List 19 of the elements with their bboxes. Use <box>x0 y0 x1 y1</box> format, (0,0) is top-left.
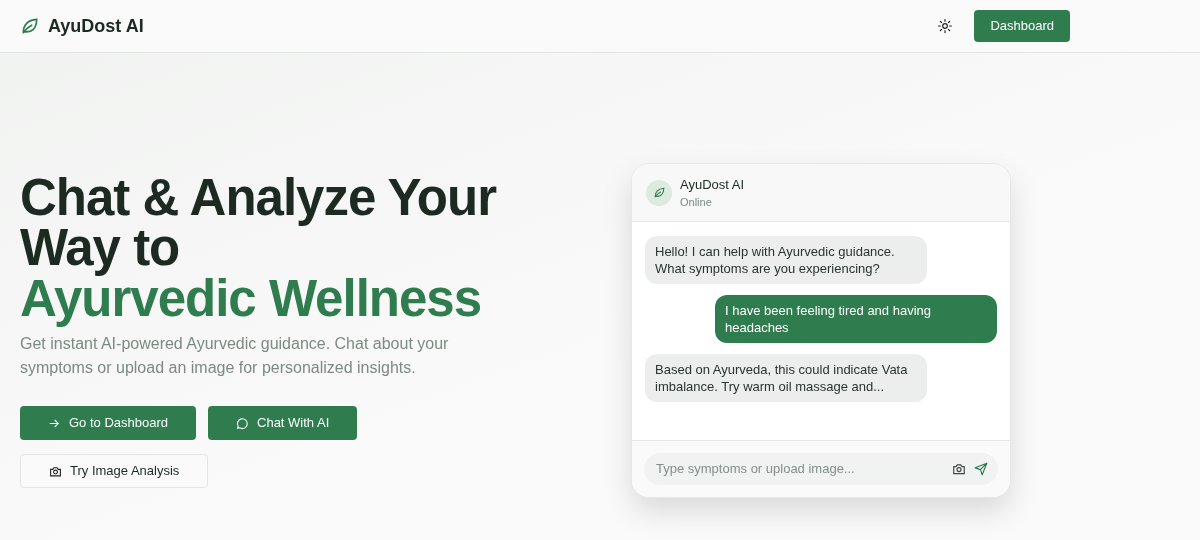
bot-message: Hello! I can help with Ayurvedic guidance. What symptoms are you experiencing? <box>645 236 927 284</box>
dashboard-button[interactable]: Dashboard <box>974 10 1070 42</box>
hero-subtitle: Get instant AI-powered Ayurvedic guidance. Chat about your symptoms or upload an image for personalized insights. <box>20 334 450 378</box>
dashboard-link-button[interactable]: Go to Dashboard <box>20 406 196 440</box>
leaf-icon <box>20 16 40 36</box>
chat-name: AyuDost AI <box>680 175 745 194</box>
sun-icon[interactable] <box>938 19 953 33</box>
brand-name[interactable]: AyuDost AI <box>48 12 144 40</box>
send-icon[interactable] <box>974 462 988 476</box>
camera-icon <box>49 464 62 478</box>
bot-message: Based on Ayurveda, this could indicate Vata imbalance. Try warm oil massage and... <box>645 354 927 402</box>
chat-bubble-icon <box>236 416 249 430</box>
image-analysis-button[interactable]: Try Image Analysis <box>20 454 209 488</box>
message-field[interactable]: Type symptoms or upload image... <box>644 453 998 485</box>
chat-button[interactable]: Chat With AI <box>208 406 358 440</box>
chat-status: Online <box>680 195 713 210</box>
user-message: I have been feeling tired and having headaches <box>715 295 997 343</box>
camera-icon[interactable] <box>952 462 966 476</box>
avatar-leaf-icon <box>646 179 672 206</box>
